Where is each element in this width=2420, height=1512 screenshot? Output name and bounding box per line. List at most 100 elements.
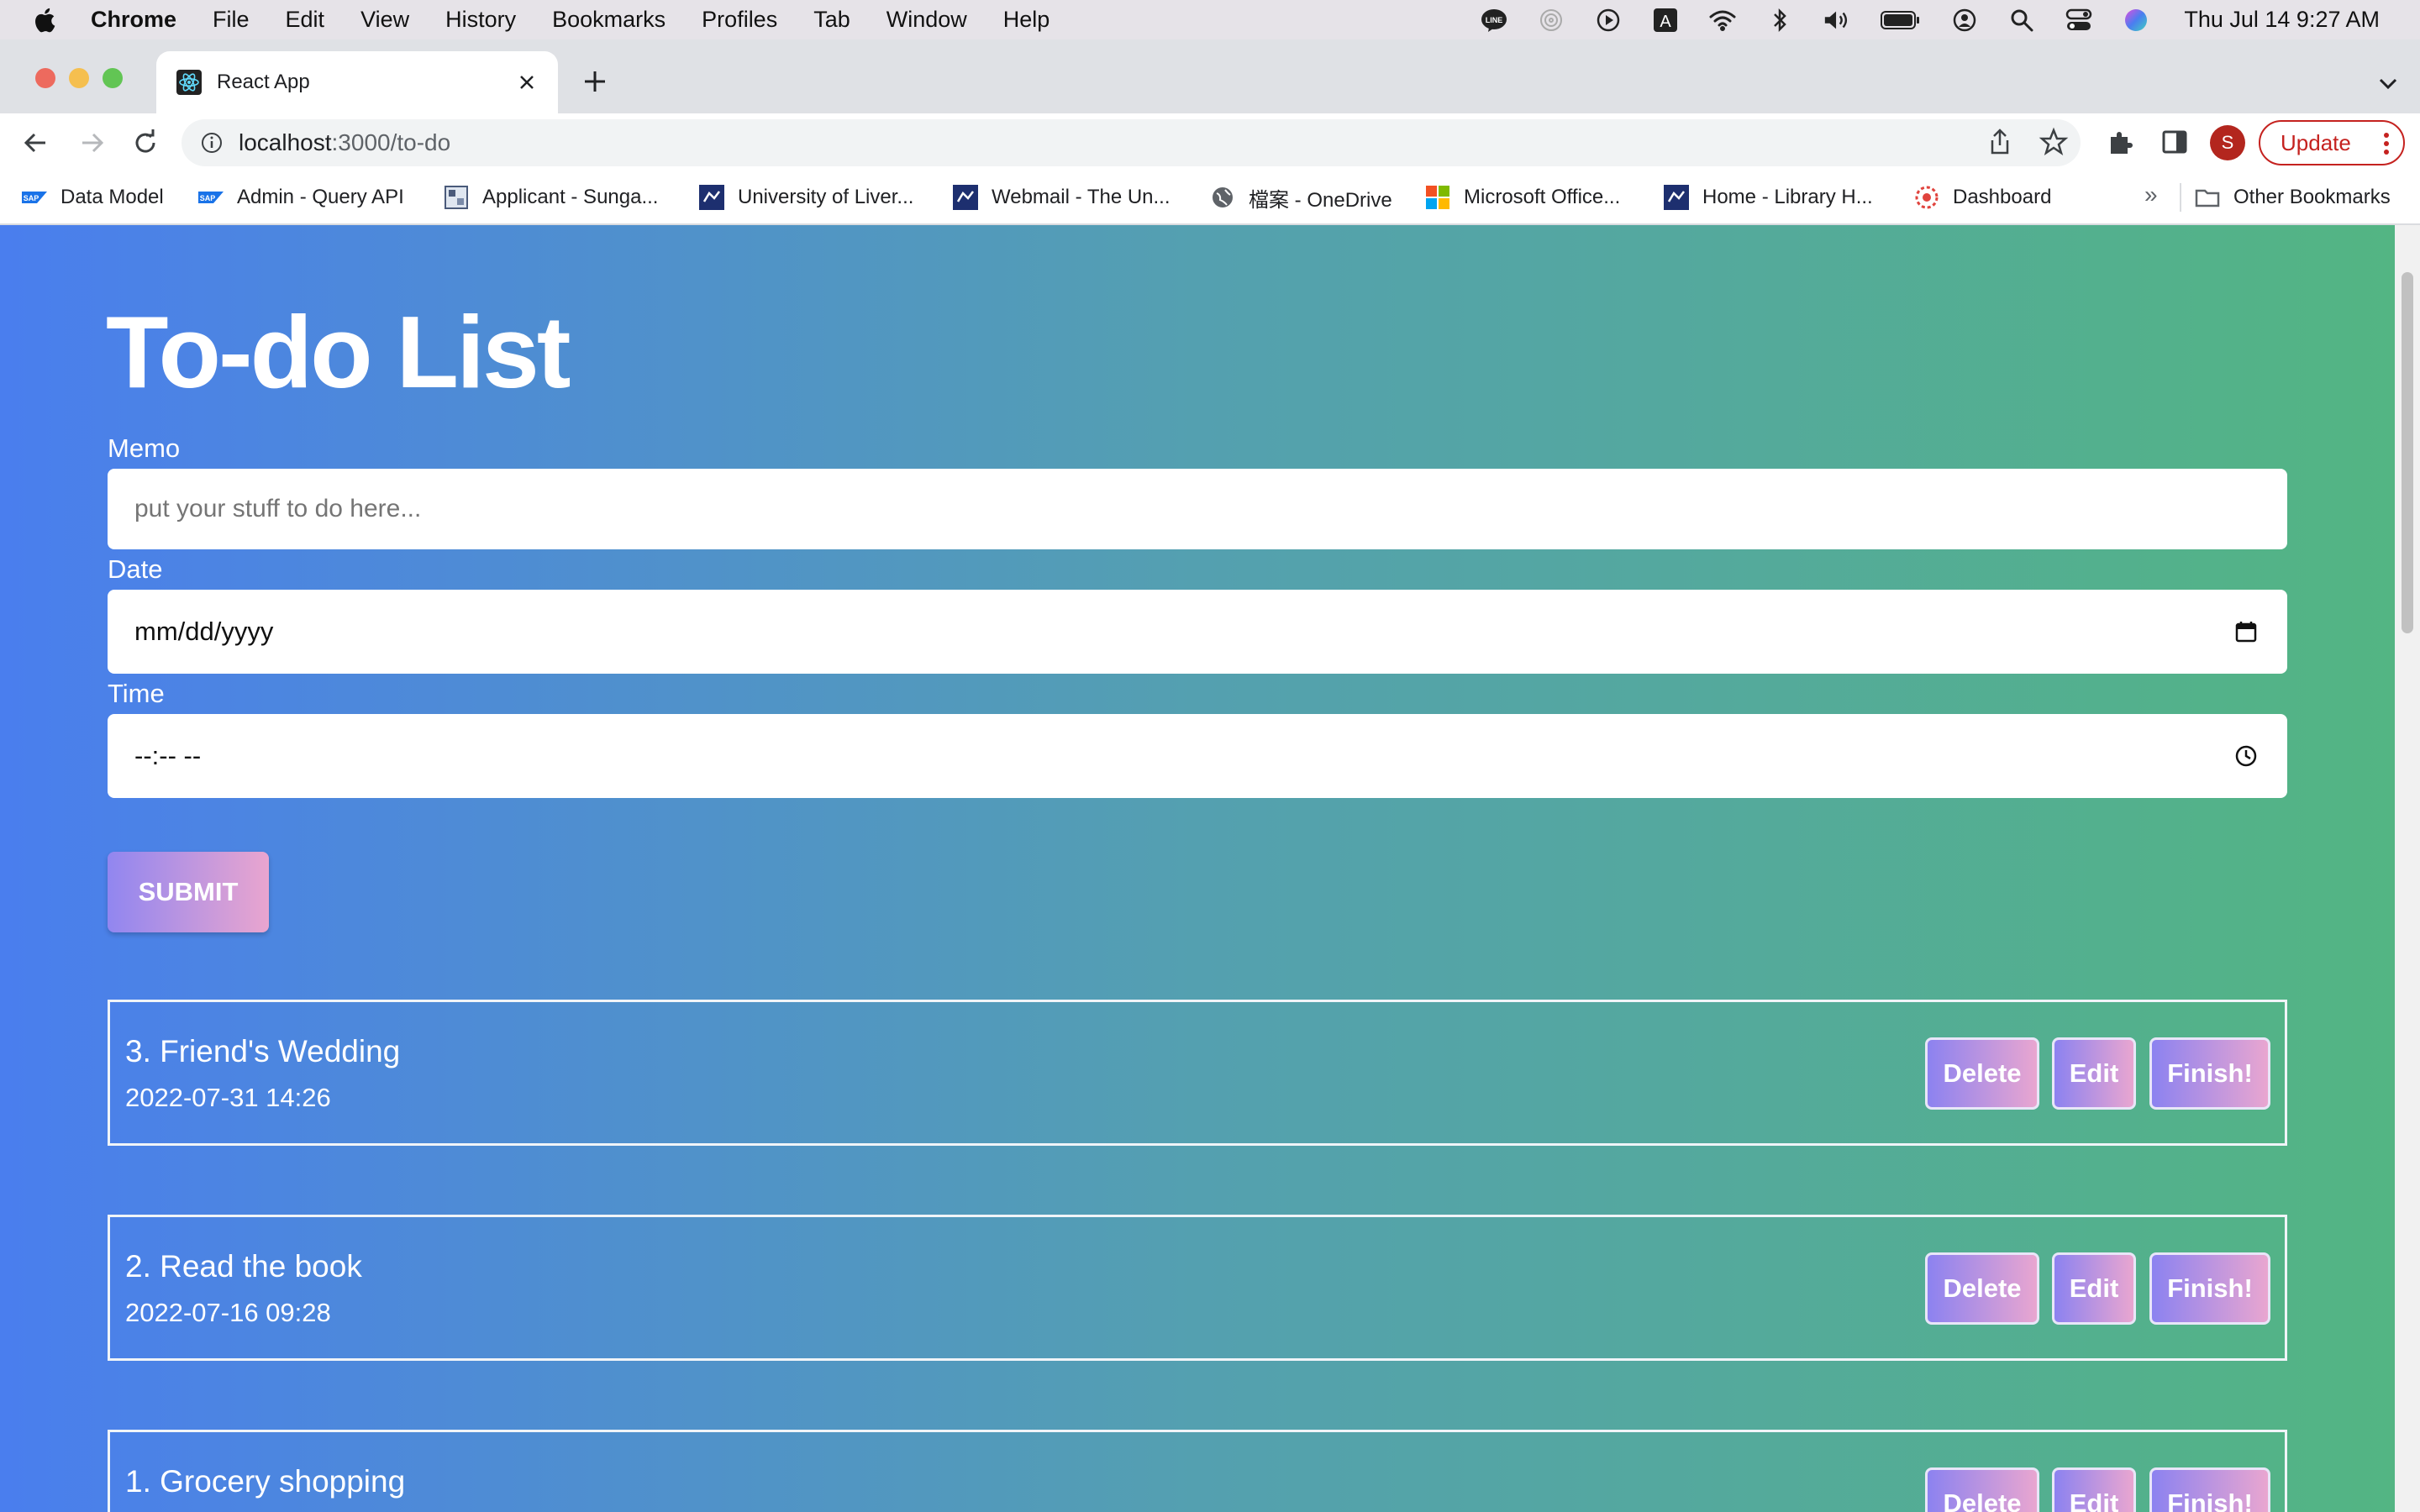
siri-icon[interactable]	[2122, 8, 2150, 33]
url-path: :3000/to-do	[331, 129, 451, 155]
scrollbar-thumb[interactable]	[2402, 272, 2413, 633]
update-label: Update	[2281, 129, 2351, 155]
menu-app-name[interactable]: Chrome	[91, 7, 176, 33]
kebab-menu-icon[interactable]	[2383, 132, 2390, 155]
time-input[interactable]: --:-- --	[108, 714, 2287, 798]
line-icon[interactable]: LINE	[1480, 8, 1508, 33]
bookmark-onedrive[interactable]: 檔案 - OneDrive	[1210, 183, 1392, 212]
svg-text:SAP: SAP	[200, 194, 216, 202]
svg-text:A: A	[1660, 13, 1672, 31]
tab-react-app[interactable]: React App	[156, 51, 558, 113]
bookmark-dashboard[interactable]: Dashboard	[1914, 183, 2051, 212]
wifi-icon[interactable]	[1708, 8, 1737, 33]
liverpool-crest-icon	[1664, 185, 1689, 210]
bookmark-label: Other Bookmarks	[2233, 186, 2391, 208]
battery-icon[interactable]	[1880, 8, 1922, 33]
window-minimize-button[interactable]	[69, 68, 89, 88]
bookmarks-divider	[2180, 183, 2181, 212]
edit-button[interactable]: Edit	[2052, 1467, 2136, 1512]
memo-input[interactable]: put your stuff to do here...	[108, 469, 2287, 549]
spotlight-icon[interactable]	[2007, 8, 2036, 33]
apple-logo-icon[interactable]	[32, 6, 60, 34]
menu-bookmarks[interactable]: Bookmarks	[552, 7, 666, 33]
tab-search-chevron-icon[interactable]	[2376, 71, 2400, 95]
bookmark-data-model[interactable]: SAP Data Model	[22, 183, 164, 212]
user-icon[interactable]	[1950, 8, 1979, 33]
bookmark-university[interactable]: University of Liver...	[699, 183, 913, 212]
reload-icon[interactable]	[129, 127, 161, 159]
side-panel-icon[interactable]	[2160, 127, 2190, 157]
delete-button[interactable]: Delete	[1925, 1467, 2039, 1512]
delete-button[interactable]: Delete	[1925, 1037, 2039, 1110]
date-value: mm/dd/yyyy	[134, 617, 274, 646]
bookmark-applicant[interactable]: Applicant - Sunga...	[444, 183, 658, 212]
edit-button[interactable]: Edit	[2052, 1252, 2136, 1325]
edit-button[interactable]: Edit	[2052, 1037, 2136, 1110]
liverpool-crest-icon	[953, 185, 978, 210]
menu-help[interactable]: Help	[1003, 7, 1050, 33]
window-close-button[interactable]	[35, 68, 55, 88]
time-value: --:-- --	[134, 741, 202, 770]
bluetooth-icon[interactable]	[1765, 8, 1794, 33]
extensions-puzzle-icon[interactable]	[2106, 127, 2136, 157]
window-zoom-button[interactable]	[103, 68, 123, 88]
todo-item: 3. Friend's Wedding 2022-07-31 14:26 Del…	[108, 1000, 2287, 1146]
tab-close-icon[interactable]	[514, 70, 539, 95]
date-input[interactable]: mm/dd/yyyy	[108, 590, 2287, 674]
forward-arrow-icon[interactable]	[76, 127, 108, 159]
bookmark-admin-query-api[interactable]: SAP Admin - Query API	[198, 183, 404, 212]
submit-button[interactable]: SUBMIT	[108, 852, 269, 932]
address-bar[interactable]: localhost:3000/to-do	[182, 119, 2081, 166]
menu-edit[interactable]: Edit	[286, 7, 325, 33]
menu-history[interactable]: History	[445, 7, 516, 33]
todo-page: To-do List Memo put your stuff to do her…	[0, 225, 2395, 1512]
volume-icon[interactable]	[1823, 8, 1851, 33]
profile-avatar[interactable]: S	[2210, 125, 2245, 160]
status-area: LINE A Thu Jul 14 9:27 AM	[1451, 0, 2380, 39]
clock-icon[interactable]	[2233, 743, 2259, 769]
bookmark-label: Home - Library H...	[1702, 186, 1873, 208]
bookmark-star-icon[interactable]	[2039, 127, 2069, 157]
menu-tab[interactable]: Tab	[813, 7, 850, 33]
tab-strip: React App	[0, 39, 2420, 113]
bookmark-label: University of Liver...	[738, 186, 914, 208]
back-arrow-icon[interactable]	[20, 127, 52, 159]
todo-item: 2. Read the book 2022-07-16 09:28 Delete…	[108, 1215, 2287, 1361]
dashboard-icon	[1915, 186, 1939, 209]
play-icon[interactable]	[1594, 8, 1623, 33]
bookmark-webmail[interactable]: Webmail - The Un...	[953, 183, 1171, 212]
update-button[interactable]: Update	[2259, 120, 2405, 165]
bookmark-label: Microsoft Office...	[1464, 186, 1621, 208]
finish-button[interactable]: Finish!	[2149, 1467, 2270, 1512]
control-center-icon[interactable]	[2065, 8, 2093, 33]
calendar-icon[interactable]	[2233, 619, 2259, 644]
bookmark-microsoft-office[interactable]: Microsoft Office...	[1425, 183, 1620, 212]
input-source-icon[interactable]: A	[1651, 8, 1680, 33]
menu-view[interactable]: View	[360, 7, 409, 33]
airdrop-icon[interactable]	[1537, 8, 1565, 33]
todo-datetime: 2022-07-16 09:28	[125, 1298, 331, 1327]
react-favicon-icon	[176, 70, 202, 95]
todo-item: 1. Grocery shopping Delete Edit Finish!	[108, 1430, 2287, 1512]
site-info-icon[interactable]	[200, 131, 224, 155]
menu-window[interactable]: Window	[886, 7, 967, 33]
menu-file[interactable]: File	[213, 7, 250, 33]
microsoft-logo-icon	[1426, 186, 1449, 209]
browser-toolbar: localhost:3000/to-do S Update	[0, 113, 2420, 171]
bookmark-label: Data Model	[60, 186, 164, 208]
finish-button[interactable]: Finish!	[2149, 1037, 2270, 1110]
share-icon[interactable]	[1985, 127, 2015, 157]
globe-icon	[1213, 187, 1233, 207]
memo-placeholder: put your stuff to do here...	[134, 495, 422, 522]
delete-button[interactable]: Delete	[1925, 1252, 2039, 1325]
menu-profiles[interactable]: Profiles	[702, 7, 777, 33]
new-tab-icon[interactable]	[580, 66, 610, 97]
other-bookmarks-folder[interactable]: Other Bookmarks	[2195, 183, 2391, 212]
bookmarks-overflow-chevron-icon[interactable]: »	[2144, 181, 2158, 208]
finish-button[interactable]: Finish!	[2149, 1252, 2270, 1325]
folder-icon	[2195, 189, 2220, 207]
bookmark-library[interactable]: Home - Library H...	[1664, 183, 1873, 212]
menubar-clock[interactable]: Thu Jul 14 9:27 AM	[2184, 7, 2380, 33]
page-scrollbar[interactable]	[2395, 225, 2420, 1512]
todo-title: 1. Grocery shopping	[125, 1464, 406, 1499]
